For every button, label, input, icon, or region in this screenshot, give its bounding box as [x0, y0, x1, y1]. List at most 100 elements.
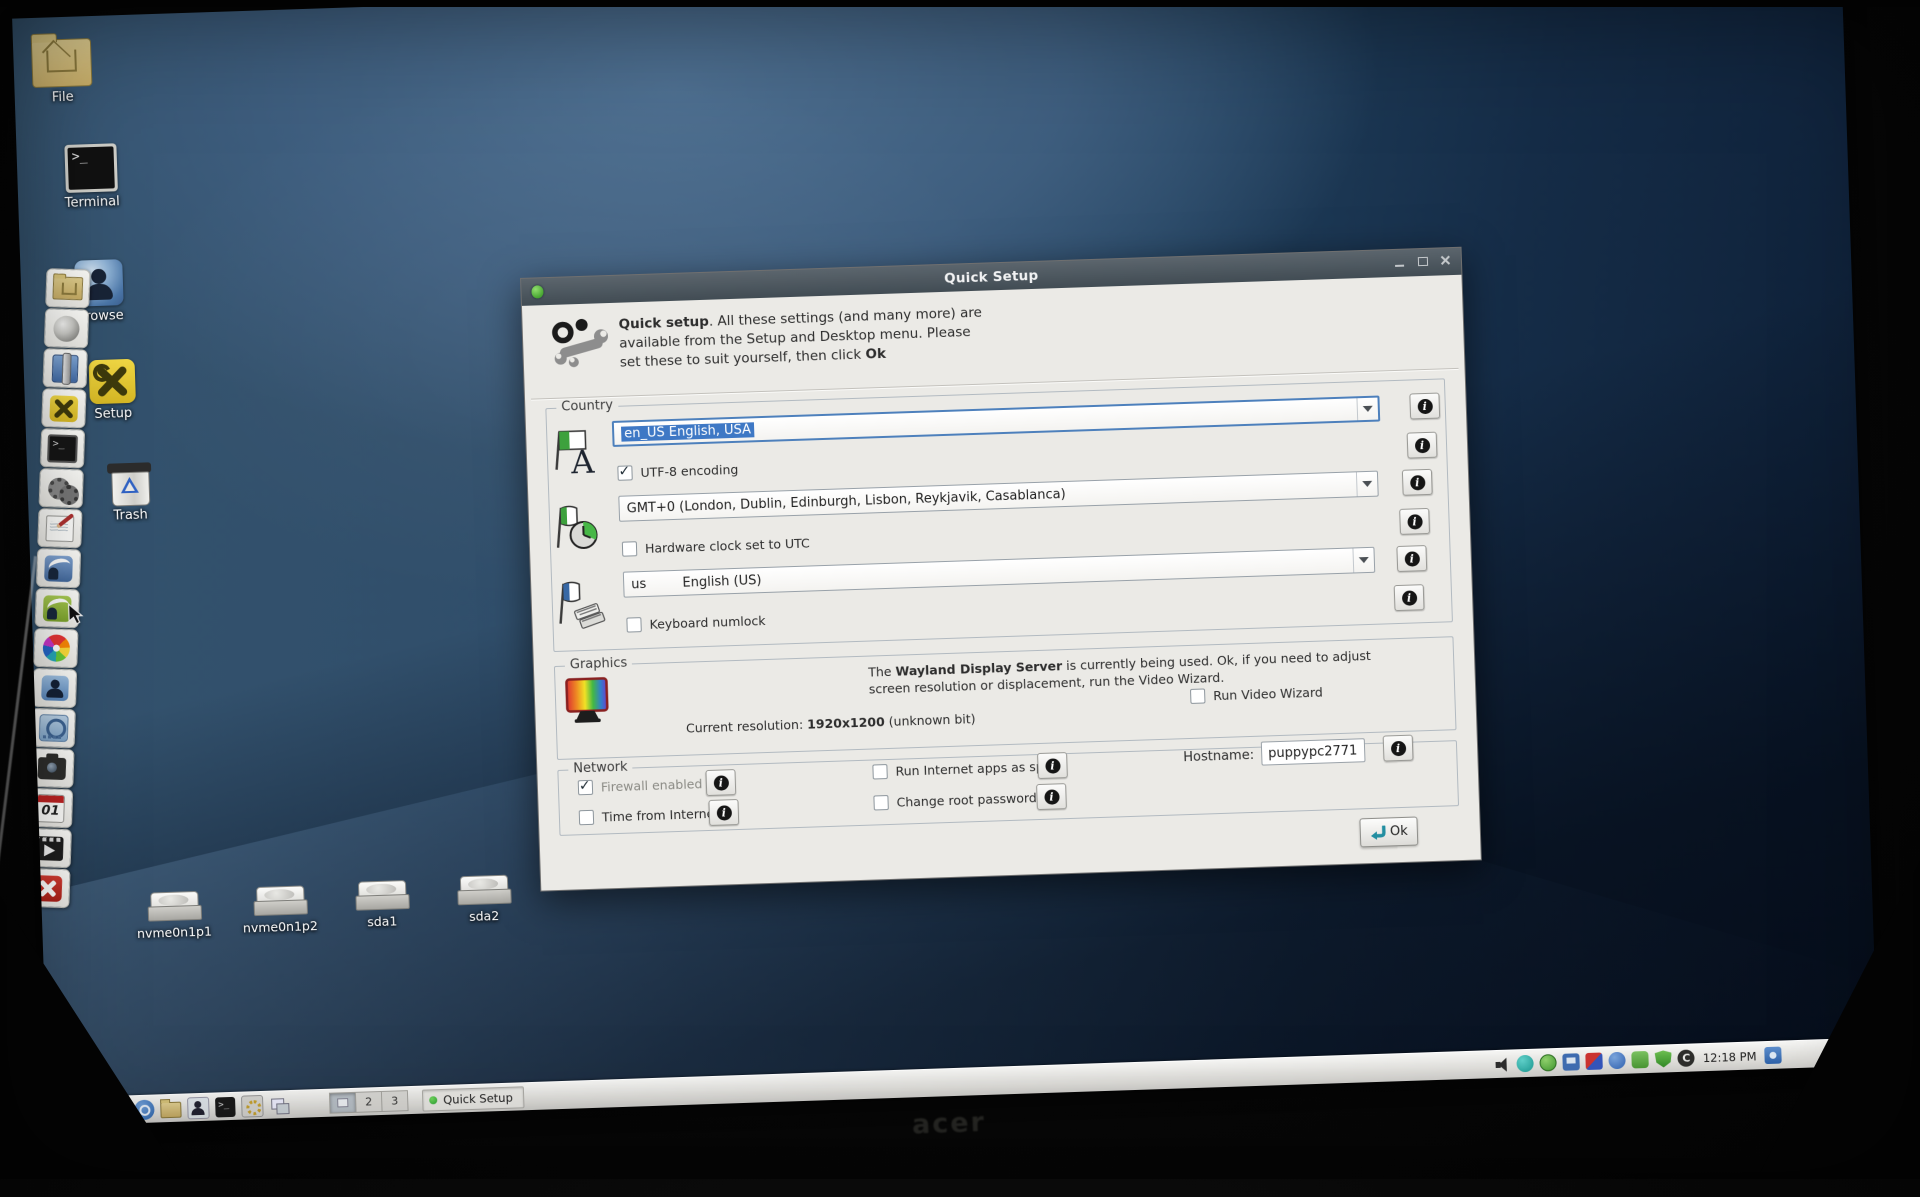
- country-legend: Country: [556, 398, 618, 415]
- desktop-drive-nvme0n1p1[interactable]: nvme0n1p1: [125, 890, 223, 941]
- desktop-icon-trash[interactable]: Trash: [83, 461, 177, 524]
- chevron-down-icon[interactable]: [1352, 548, 1374, 573]
- search-icon[interactable]: [134, 1099, 155, 1120]
- hwclock-info-button[interactable]: [1399, 508, 1430, 535]
- user-icon[interactable]: [187, 1096, 210, 1119]
- contacts-person-icon: [41, 675, 69, 701]
- power-icon[interactable]: [1540, 1054, 1558, 1072]
- gears-icon: [47, 475, 76, 502]
- firewall-info-button[interactable]: [705, 769, 736, 796]
- launcher-close-icon[interactable]: [25, 868, 70, 908]
- desktop-drive-sda2[interactable]: sda2: [435, 874, 533, 925]
- launcher-contacts-icon[interactable]: [32, 668, 77, 708]
- locale-tray-icon[interactable]: [1586, 1052, 1604, 1070]
- utf8-info-button[interactable]: [1407, 432, 1438, 459]
- launcher-media-icon[interactable]: [27, 828, 72, 868]
- launcher-setup-icon[interactable]: [41, 388, 86, 428]
- desktop-icon-file[interactable]: File: [15, 38, 109, 107]
- keyboard-flag-icon: [555, 578, 613, 632]
- time-internet-checkbox[interactable]: [579, 810, 594, 825]
- desktop-drive-nvme0n1p2[interactable]: nvme0n1p2: [231, 885, 329, 936]
- minimize-icon[interactable]: [1393, 256, 1407, 269]
- display-tray-icon[interactable]: [1563, 1053, 1581, 1071]
- desktop-icon-terminal[interactable]: Terminal: [44, 143, 138, 212]
- laptop-brand-logo: acer: [911, 1107, 986, 1141]
- running-dot-icon: [429, 1096, 437, 1104]
- crossed-tools-icon: [89, 359, 136, 405]
- bluetooth-icon[interactable]: [1609, 1052, 1627, 1070]
- spot-checkbox[interactable]: [872, 764, 887, 779]
- info-icon: [716, 805, 731, 820]
- drive-label: sda2: [436, 907, 532, 925]
- workspace-1[interactable]: [330, 1093, 357, 1113]
- terminal-icon: [47, 434, 78, 463]
- locale-info-button[interactable]: [1409, 393, 1440, 420]
- root-password-checkbox[interactable]: [873, 795, 888, 810]
- display-rainbow-icon: [564, 676, 612, 725]
- info-icon: [1044, 789, 1059, 804]
- time-internet-info-button[interactable]: [708, 799, 739, 826]
- launcher-editor-icon[interactable]: [37, 508, 82, 548]
- memory-icon[interactable]: [1632, 1051, 1650, 1069]
- volume-icon[interactable]: [1494, 1056, 1512, 1074]
- numlock-checkbox[interactable]: [626, 617, 641, 632]
- info-icon: [1390, 740, 1405, 755]
- svg-text:A: A: [570, 443, 596, 478]
- launcher-calendar-icon[interactable]: 01: [28, 788, 73, 828]
- launcher-writer-icon[interactable]: [36, 548, 81, 588]
- info-icon: [1407, 514, 1422, 529]
- close-icon: [34, 875, 63, 902]
- disk-drive-icon: [147, 891, 200, 923]
- intro-text: Quick setup. All these settings (and man…: [618, 302, 1040, 373]
- info-icon: [1414, 437, 1429, 452]
- utf8-checkbox[interactable]: [617, 465, 632, 480]
- root-password-info-button[interactable]: [1036, 783, 1067, 810]
- chevron-down-icon[interactable]: [1356, 472, 1378, 497]
- home-folder-icon: [31, 38, 93, 88]
- timezone-info-button[interactable]: [1402, 469, 1433, 496]
- screen: File Terminal Browse Setup Trash nvme0n1…: [12, 0, 1878, 1126]
- launcher-home-icon[interactable]: [45, 268, 90, 308]
- bezel-top: [0, 0, 1920, 7]
- workspace-3[interactable]: 3: [382, 1091, 408, 1111]
- tray-settings-icon[interactable]: [1764, 1047, 1782, 1065]
- spot-info-button[interactable]: [1037, 752, 1068, 779]
- settings-icon[interactable]: [241, 1094, 264, 1117]
- launcher-camera-icon[interactable]: [29, 748, 74, 788]
- ok-button[interactable]: Ok: [1359, 816, 1418, 847]
- video-wizard-checkbox[interactable]: [1190, 688, 1205, 703]
- workspace-2[interactable]: 2: [356, 1092, 383, 1112]
- desktop-icon-label: Trash: [84, 506, 176, 524]
- disk-drive-icon: [457, 875, 510, 907]
- hostname-info-button[interactable]: [1383, 735, 1414, 762]
- cpu-icon[interactable]: [1678, 1049, 1696, 1067]
- terminal-icon[interactable]: [215, 1096, 236, 1117]
- puppy-setup-icon: [548, 314, 612, 372]
- windows-icon[interactable]: [269, 1095, 290, 1116]
- launcher-gears-icon[interactable]: [39, 468, 84, 508]
- hwclock-checkbox[interactable]: [622, 541, 637, 556]
- menu-icon[interactable]: [108, 1100, 129, 1121]
- setup-tools-icon: [49, 395, 78, 422]
- desktop-icon-label: Terminal: [46, 194, 138, 212]
- launcher-paint-icon[interactable]: [33, 628, 78, 668]
- task-quick-setup[interactable]: Quick Setup: [422, 1086, 524, 1111]
- keyboard-info-button[interactable]: [1396, 545, 1427, 572]
- info-icon: [1045, 758, 1060, 773]
- chevron-down-icon[interactable]: [1356, 398, 1378, 421]
- maximize-icon[interactable]: [1416, 255, 1430, 268]
- launcher-terminal-icon[interactable]: [40, 428, 85, 468]
- numlock-info-button[interactable]: [1394, 584, 1425, 611]
- hostname-field[interactable]: [1261, 738, 1366, 765]
- launcher-archive-icon[interactable]: [43, 348, 88, 388]
- files-icon[interactable]: [160, 1102, 182, 1119]
- network-icon[interactable]: [1517, 1055, 1535, 1073]
- firewall-shield-icon[interactable]: [1655, 1050, 1673, 1068]
- graphics-legend: Graphics: [565, 655, 633, 672]
- firewall-checkbox[interactable]: [578, 780, 593, 795]
- close-icon[interactable]: [1439, 254, 1453, 267]
- network-globe-icon: [38, 714, 68, 742]
- launcher-network-icon[interactable]: [31, 708, 76, 748]
- desktop-drive-sda1[interactable]: sda1: [333, 879, 431, 930]
- launcher-disc-icon[interactable]: [44, 308, 89, 348]
